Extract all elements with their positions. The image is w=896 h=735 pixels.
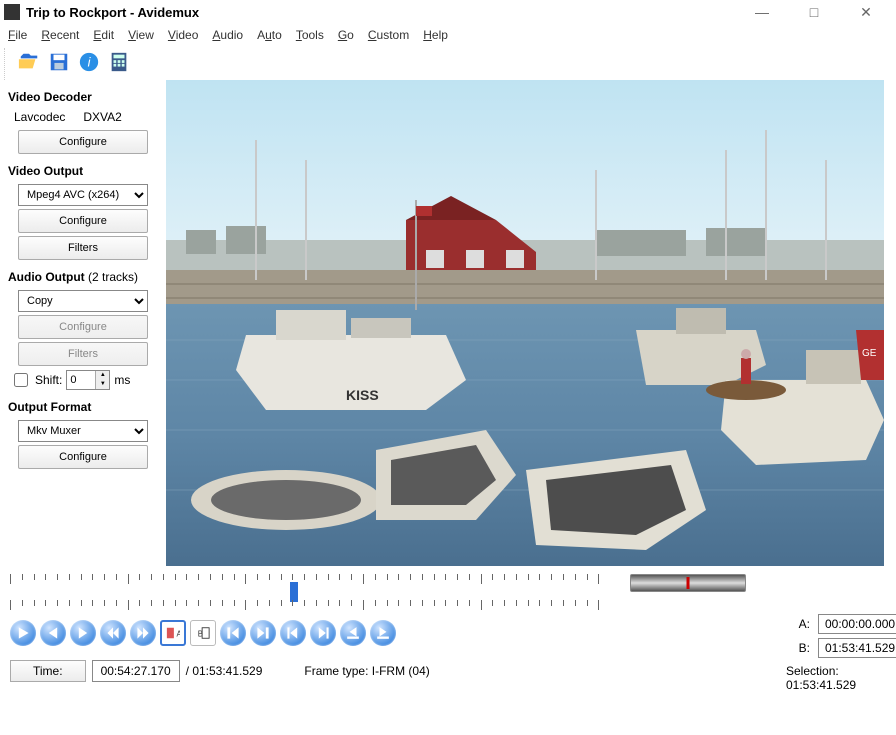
menu-go[interactable]: Go [338,28,354,42]
menu-tools[interactable]: Tools [296,28,324,42]
audio-output-title: Audio Output (2 tracks) [8,270,158,284]
audio-output-label: Audio Output [8,270,85,284]
menu-custom[interactable]: Custom [368,28,409,42]
audio-tracks-count: (2 tracks) [88,270,138,284]
app-icon [4,4,20,20]
next-button[interactable] [70,620,96,646]
play-button[interactable] [10,620,36,646]
prev-button[interactable] [40,620,66,646]
menu-audio[interactable]: Audio [212,28,243,42]
shift-label: Shift: [35,373,62,387]
shift-up-icon[interactable]: ▲ [96,371,109,380]
timeline-ruler[interactable] [10,574,600,610]
goto-start-button[interactable] [220,620,246,646]
save-icon[interactable] [47,50,71,74]
goto-end-button[interactable] [250,620,276,646]
audio-configure-button: Configure [18,315,148,339]
next-black-frame-button[interactable] [370,620,396,646]
video-codec-select[interactable]: Mpeg4 AVC (x264) [18,184,148,206]
audio-mode-select[interactable]: Copy [18,290,148,312]
muxer-configure-button[interactable]: Configure [18,445,148,469]
b-marker-label: B: [786,641,810,655]
selection-info: A: 00:00:00.000 B: 01:53:41.529 Selectio… [786,574,896,692]
info-icon[interactable]: i [77,50,101,74]
output-format-title: Output Format [8,400,158,414]
menu-edit[interactable]: Edit [93,28,114,42]
transport-bar: A B [10,620,600,646]
minimize-button[interactable]: — [748,4,776,21]
menu-auto[interactable]: Auto [257,28,282,42]
svg-text:GE: GE [862,348,877,359]
video-output-title: Video Output [8,164,158,178]
decoder-name-a: Lavcodec [14,110,65,124]
shift-spinner[interactable]: ▲▼ [66,370,110,390]
prev-keyframe-button[interactable] [280,620,306,646]
a-marker-value: 00:00:00.000 [818,614,896,634]
left-panel: Video Decoder Lavcodec DXVA2 Configure V… [0,80,166,566]
set-a-marker-button[interactable]: A [160,620,186,646]
decoder-name-b: DXVA2 [83,110,121,124]
prev-black-frame-button[interactable] [340,620,366,646]
fast-forward-button[interactable] [130,620,156,646]
shift-checkbox[interactable] [14,373,28,387]
a-marker-label: A: [786,617,810,631]
shift-unit: ms [114,373,130,387]
b-marker-value: 01:53:41.529 [818,638,896,658]
next-keyframe-button[interactable] [310,620,336,646]
audio-filters-button: Filters [18,342,148,366]
total-time-label: / 01:53:41.529 [186,664,263,678]
frame-type: Frame type: I-FRM (04) [304,664,429,678]
selection-duration: Selection: 01:53:41.529 [786,664,896,692]
video-preview: KISS [166,80,884,566]
set-b-marker-button[interactable]: B [190,620,216,646]
menu-recent[interactable]: Recent [41,28,79,42]
rewind-button[interactable] [100,620,126,646]
menu-video[interactable]: Video [168,28,198,42]
muxer-select[interactable]: Mkv Muxer [18,420,148,442]
menubar: File Recent Edit View Video Audio Auto T… [0,24,896,48]
video-area: KISS [166,80,896,566]
bottom-panel: A B Time: 00:54:27.170 / 01:53:41.529 Fr… [0,566,896,696]
svg-text:A: A [177,630,181,639]
video-configure-button[interactable]: Configure [18,209,148,233]
current-time-field[interactable]: 00:54:27.170 [92,660,180,682]
video-filters-button[interactable]: Filters [18,236,148,260]
menu-view[interactable]: View [128,28,154,42]
svg-text:KISS: KISS [346,387,379,403]
window-controls: — □ ✕ [748,4,892,21]
main-toolbar: i [4,48,896,80]
time-label-button[interactable]: Time: [10,660,86,682]
jog-wheel[interactable] [630,574,746,592]
timeline-playhead[interactable] [290,582,298,602]
video-decoder-title: Video Decoder [8,90,158,104]
shift-value-input[interactable] [67,371,95,389]
main-area: Video Decoder Lavcodec DXVA2 Configure V… [0,80,896,566]
decoder-configure-button[interactable]: Configure [18,130,148,154]
open-file-icon[interactable] [17,50,41,74]
titlebar: Trip to Rockport - Avidemux — □ ✕ [0,0,896,24]
window-title: Trip to Rockport - Avidemux [26,5,748,20]
menu-file[interactable]: File [8,28,27,42]
close-button[interactable]: ✕ [852,4,880,21]
calculator-icon[interactable] [107,50,131,74]
svg-text:B: B [198,630,203,639]
maximize-button[interactable]: □ [800,4,828,21]
menu-help[interactable]: Help [423,28,448,42]
shift-down-icon[interactable]: ▼ [96,380,109,389]
